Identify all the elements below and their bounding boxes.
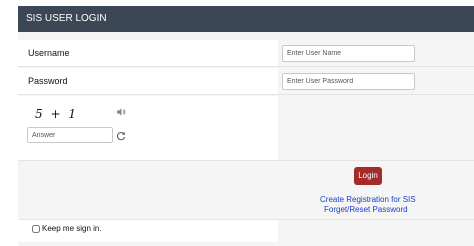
keep-signed-in-label: Keep me sign in. (42, 224, 102, 233)
page-title: SIS USER LOGIN (26, 13, 107, 24)
username-input[interactable] (282, 45, 415, 62)
password-input[interactable] (282, 73, 415, 90)
login-button[interactable]: Login (354, 167, 382, 185)
row-divider (18, 160, 474, 161)
forget-reset-password-link[interactable]: Forget/Reset Password (324, 205, 408, 214)
keep-signed-in[interactable]: Keep me sign in. (32, 224, 102, 233)
create-registration-link[interactable]: Create Registration for SIS (320, 195, 416, 204)
speaker-icon[interactable] (116, 107, 126, 117)
password-label: Password (28, 76, 68, 86)
row-divider (18, 66, 474, 67)
captcha-answer-input[interactable] (27, 127, 113, 143)
row-divider (18, 219, 474, 220)
username-label: Username (28, 48, 70, 58)
captcha-text: 5 + 1 (35, 107, 78, 121)
row-divider (18, 94, 474, 95)
refresh-icon[interactable] (116, 131, 126, 141)
login-header: SIS USER LOGIN (18, 6, 474, 32)
keep-signed-in-checkbox[interactable] (32, 224, 40, 233)
